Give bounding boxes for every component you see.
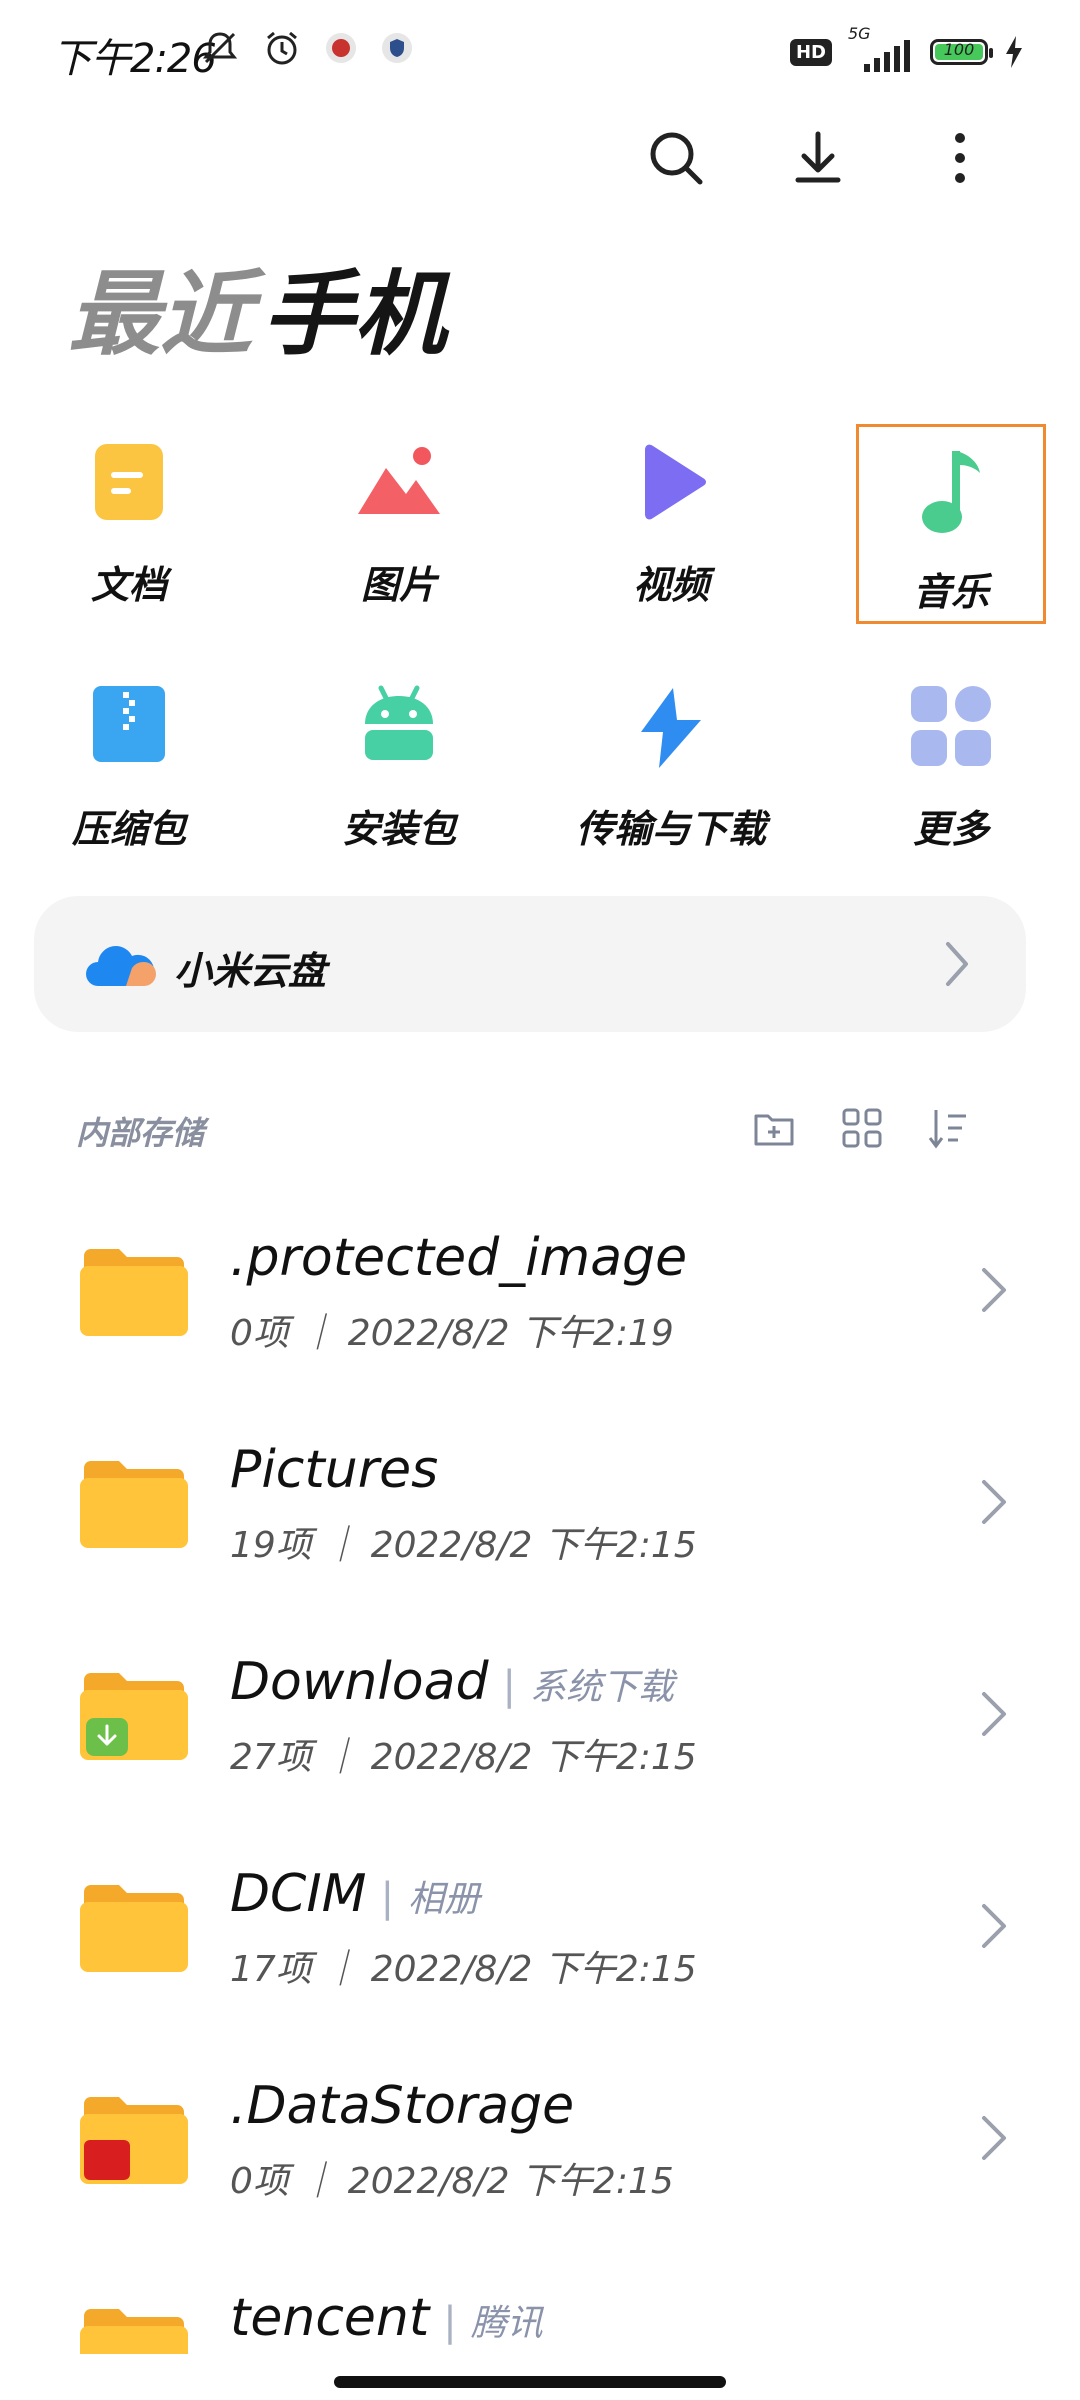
folder-meta: 27项 ｜ 2022/8/2 下午2:15: [230, 1737, 697, 1778]
folder-name-text: Download: [230, 1652, 489, 1712]
folder-name: Pictures: [230, 1440, 438, 1500]
folder-name-text: .protected_image: [230, 1228, 688, 1288]
sort-icon[interactable]: [926, 1106, 970, 1150]
folder-meta: 19项 ｜ 2022/8/2 下午2:15: [230, 1525, 697, 1566]
status-bar: 下午2:26 HD 5G 100: [0, 0, 1080, 100]
folder-icon: [80, 1249, 188, 1336]
muted-bell-icon: [202, 32, 238, 64]
folder-name: .DataStorage: [230, 2076, 574, 2136]
tab-recent[interactable]: 最近: [68, 240, 252, 373]
category-label: 更多: [912, 807, 989, 851]
archive-icon: [93, 686, 165, 762]
chevron-right-icon: [982, 2116, 1006, 2160]
folder-icon: [80, 1673, 188, 1760]
category-label: 传输与下载: [576, 807, 767, 851]
folder-name-text: Pictures: [230, 1440, 439, 1500]
folder-row[interactable]: tencent | 腾讯: [0, 2266, 1080, 2354]
internal-storage-title: 内部存储: [76, 1114, 205, 1152]
category-documents[interactable]: 文档: [34, 420, 224, 620]
category-videos[interactable]: 视频: [576, 420, 766, 620]
category-label: 文档: [90, 563, 167, 607]
alias-separator: |: [380, 1875, 395, 1921]
status-left-icons: [200, 28, 414, 68]
search-icon[interactable]: [644, 126, 708, 190]
category-label: 图片: [360, 563, 437, 607]
folder-name: tencent | 腾讯: [230, 2288, 543, 2348]
android-icon: [365, 685, 433, 760]
hd-badge: HD: [789, 38, 832, 66]
status-time: 下午2:26: [52, 36, 217, 82]
charging-icon: [1006, 36, 1022, 68]
folder-row[interactable]: .protected_image 0项 ｜ 2022/8/2 下午2:19: [0, 1206, 1080, 1386]
folder-meta: 0项 ｜ 2022/8/2 下午2:19: [230, 1313, 674, 1354]
alias-separator: |: [502, 1663, 516, 1709]
folder-row[interactable]: Pictures 19项 ｜ 2022/8/2 下午2:15: [0, 1418, 1080, 1598]
more-options-icon[interactable]: [928, 126, 992, 190]
category-label: 视频: [632, 563, 709, 607]
chevron-right-icon: [946, 942, 968, 986]
category-label: 音乐: [912, 570, 989, 614]
folder-icon: [80, 1885, 188, 1972]
folder-name: .protected_image: [230, 1228, 687, 1288]
folder-icon: [80, 2097, 188, 2184]
category-label: 压缩包: [71, 807, 186, 851]
folder-name-text: DCIM: [230, 1864, 367, 1924]
grid-view-icon[interactable]: [840, 1106, 884, 1150]
mi-cloud-label: 小米云盘: [174, 949, 327, 993]
tab-phone[interactable]: 手机: [262, 240, 446, 373]
more-grid-icon: [911, 686, 991, 766]
transfer-icon: [641, 688, 701, 768]
folder-alias: 相册: [408, 1879, 481, 1920]
status-right-icons: HD 5G 100: [789, 24, 1024, 74]
shield-notification-icon: [382, 33, 412, 63]
tmall-badge-icon: [84, 2140, 130, 2180]
folder-icon: [80, 1461, 188, 1548]
signal-icon: 5G: [848, 24, 914, 74]
category-more[interactable]: 更多: [856, 664, 1046, 864]
folder-row[interactable]: DCIM | 相册 17项 ｜ 2022/8/2 下午2:15: [0, 1842, 1080, 2022]
chevron-right-icon: [982, 1904, 1006, 1948]
folder-row[interactable]: Download | 系统下载 27项 ｜ 2022/8/2 下午2:15: [0, 1630, 1080, 1810]
folder-meta: 17项 ｜ 2022/8/2 下午2:15: [230, 1949, 697, 1990]
cloud-icon: [86, 946, 156, 986]
image-icon: [358, 447, 440, 514]
home-indicator[interactable]: [334, 2376, 726, 2388]
folder-alias: 腾讯: [470, 2303, 543, 2344]
download-icon[interactable]: [786, 126, 850, 190]
folder-name: DCIM | 相册: [230, 1864, 480, 1924]
alarm-icon: [267, 31, 297, 65]
folder-name-text: tencent: [230, 2288, 430, 2348]
folder-icon: [80, 2309, 188, 2354]
folder-meta: 0项 ｜ 2022/8/2 下午2:15: [230, 2161, 674, 2202]
video-icon: [645, 444, 706, 520]
category-apk[interactable]: 安装包: [304, 664, 494, 864]
chevron-right-icon: [982, 1480, 1006, 1524]
document-icon: [95, 444, 163, 520]
battery-level: 100: [943, 40, 975, 59]
app-notification-icon: [326, 33, 356, 63]
folder-row[interactable]: 天猫 .DataStorage 0项 ｜ 2022/8/2 下午2:15: [0, 2054, 1080, 2234]
mi-cloud-card[interactable]: 小米云盘: [34, 896, 1026, 1032]
new-folder-icon[interactable]: [752, 1106, 796, 1150]
category-archives[interactable]: 压缩包: [34, 664, 224, 864]
folder-name: Download | 系统下载: [230, 1652, 674, 1712]
category-transfer[interactable]: 传输与下载: [576, 664, 766, 864]
category-music[interactable]: 音乐: [856, 424, 1046, 624]
alias-separator: |: [443, 2299, 457, 2345]
chevron-right-icon: [982, 1268, 1006, 1312]
folder-alias: 系统下载: [529, 1667, 674, 1708]
category-images[interactable]: 图片: [304, 420, 494, 620]
category-label: 安装包: [341, 807, 456, 851]
chevron-right-icon: [982, 1692, 1006, 1736]
battery-icon: 100: [930, 39, 993, 65]
folder-name-text: .DataStorage: [230, 2076, 575, 2136]
music-icon: [922, 451, 980, 533]
